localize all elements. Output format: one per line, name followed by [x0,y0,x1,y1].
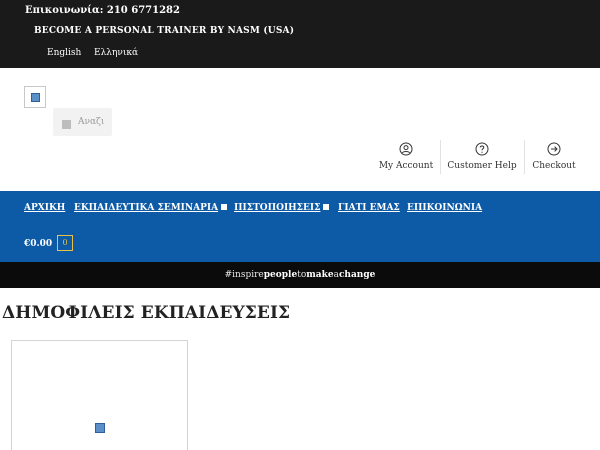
slogan-word: make [306,270,334,280]
nav-item-seminars[interactable]: ΕΚΠΑΙΔΕΥΤΙΚΑ ΣΕΜΙΝΑΡΙΑ [74,203,228,213]
nav-item-contact[interactable]: ΕΠΙΚΟΙΝΩΝΙΑ [407,203,482,213]
broken-image-icon [30,92,40,102]
slogan-word: change [338,270,376,280]
site-logo[interactable] [24,86,46,108]
slogan-bar: #inspirepeopletomakeachange [0,262,600,288]
slogan-word: people [263,270,298,280]
search-input[interactable]: Αναζι [53,108,112,136]
language-english-link[interactable]: English [47,48,81,58]
user-circle-icon [399,142,413,156]
contact-phone: Επικοινωνία: 210 6771282 [25,5,180,16]
customer-help-label: Customer Help [447,161,517,171]
nav-item-label: ΕΚΠΑΙΔΕΥΤΙΚΑ ΣΕΜΙΝΑΡΙΑ [74,203,219,213]
customer-help-link[interactable]: Customer Help [446,142,518,171]
broken-image-icon [95,423,105,433]
dropdown-indicator-icon [221,204,228,210]
checkout-link[interactable]: Checkout [530,142,578,171]
nav-item-certifications[interactable]: ΠΙΣΤΟΠΟΙΗΣΕΙΣ [234,203,330,213]
dropdown-indicator-icon [323,204,330,210]
slogan-word: to [297,270,307,280]
top-bar: Επικοινωνία: 210 6771282 BECOME A PERSON… [0,0,600,68]
nav-item-label: ΑΡΧΙΚΗ [24,203,66,213]
my-account-link[interactable]: My Account [378,142,434,171]
checkout-label: Checkout [532,161,576,171]
help-circle-icon [475,142,489,156]
divider [440,140,441,174]
arrow-right-circle-icon [547,142,561,156]
nav-item-label: ΕΠΙΚΟΙΝΩΝΙΑ [407,203,483,213]
search-icon [62,120,71,129]
nav-item-label: ΠΙΣΤΟΠΟΙΗΣΕΙΣ [234,203,321,213]
divider [524,140,525,174]
section-title: ΔΗΜΟΦΙΛΕΙΣ ΕΚΠΑΙΔΕΥΣΕΙΣ [2,303,291,323]
main-navigation: ΑΡΧΙΚΗ ΕΚΠΑΙΔΕΥΤΙΚΑ ΣΕΜΙΝΑΡΙΑ ΠΙΣΤΟΠΟΙΗΣ… [0,191,600,262]
nav-item-why-us[interactable]: ΓΙΑΤΙ ΕΜΑΣ [338,203,400,213]
language-greek-link[interactable]: Ελληνικά [94,48,138,58]
search-placeholder: Αναζι [78,117,105,127]
course-card[interactable] [11,340,188,450]
cart-total[interactable]: €0.00 [24,239,52,249]
slogan-word: inspire [232,270,264,280]
nav-item-label: ΓΙΑΤΙ ΕΜΑΣ [338,203,400,213]
nav-item-home[interactable]: ΑΡΧΙΚΗ [24,203,65,213]
my-account-label: My Account [378,161,434,171]
promo-banner-text[interactable]: BECOME A PERSONAL TRAINER BY NASM (USA) [34,26,294,36]
cart-count-badge[interactable]: 0 [57,235,73,251]
